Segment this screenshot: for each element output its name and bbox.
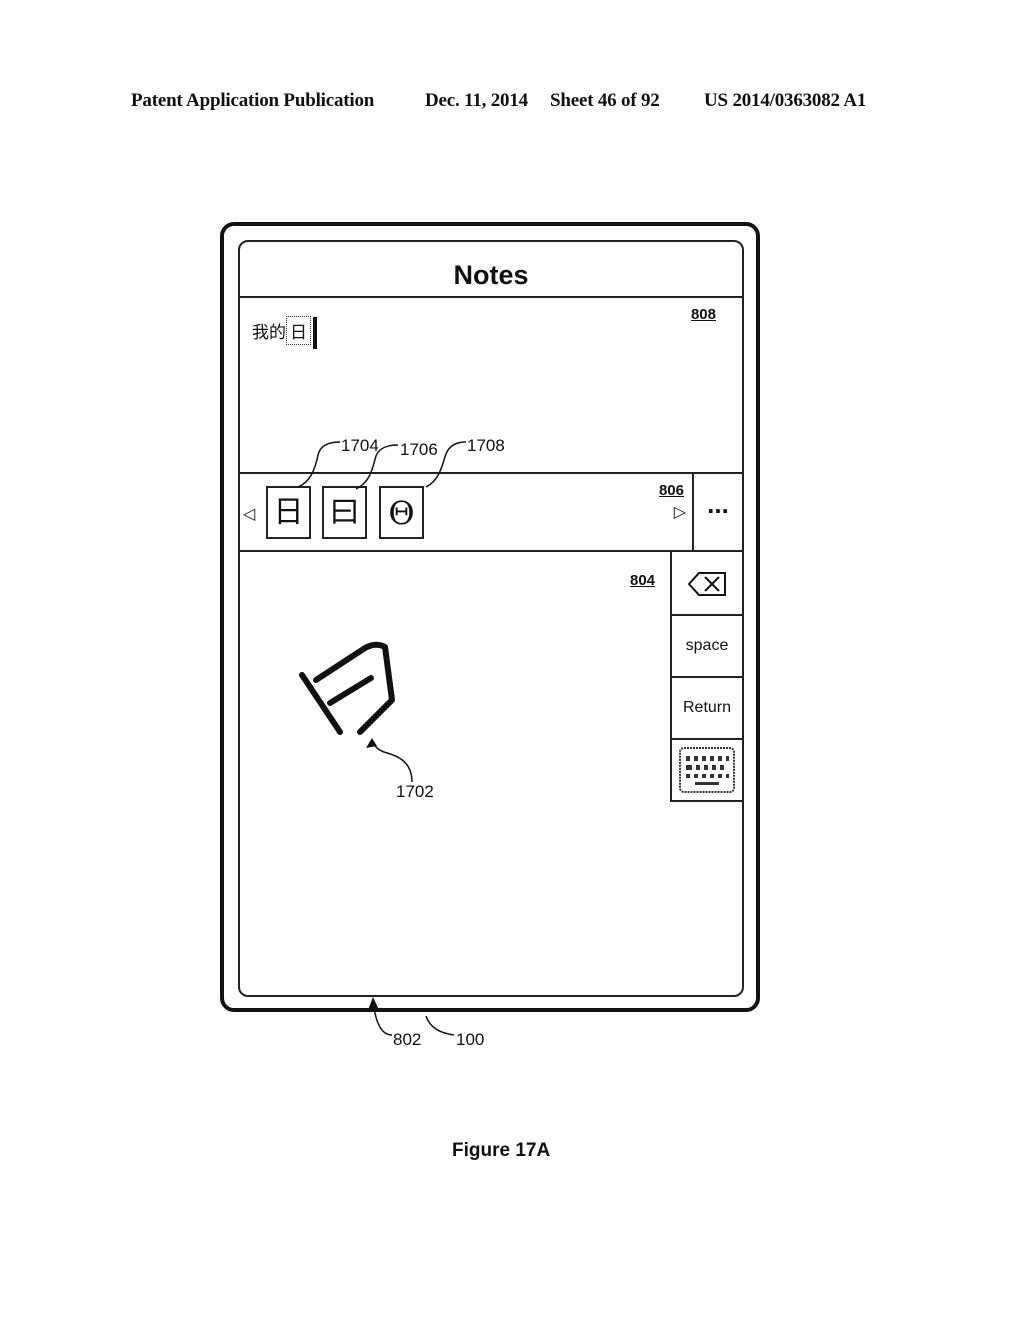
callout-1704: 1704: [341, 436, 379, 455]
keyboard-button[interactable]: [670, 740, 742, 802]
text-area-ref: 808: [690, 306, 716, 323]
backspace-icon: [687, 572, 726, 597]
space-button[interactable]: space: [670, 616, 742, 678]
app-title: Notes: [453, 260, 529, 290]
publication-date: Dec. 11, 2014: [425, 90, 528, 111]
candidate-bar-ref: 806: [658, 482, 684, 499]
backspace-button[interactable]: [670, 552, 742, 616]
return-button[interactable]: Return: [670, 678, 742, 740]
callout-1702: 1702: [396, 782, 434, 801]
triangle-left-icon[interactable]: ◁: [243, 504, 255, 524]
patent-number: US 2014/0363082 A1: [704, 90, 867, 111]
callout-1706: 1706: [400, 440, 438, 459]
committed-text: 我的: [252, 323, 286, 343]
sheet-number: Sheet 46 of 92: [550, 90, 660, 111]
callout-802: 802: [393, 1030, 422, 1049]
callout-100: 100: [456, 1030, 485, 1049]
candidate-bar: ◁ 日 曰 Θ 806 ▷ ...: [240, 472, 742, 552]
text-content[interactable]: 我的日: [252, 316, 317, 349]
figure-label: Figure 17A: [452, 1140, 551, 1161]
callout-1708: 1708: [467, 436, 505, 455]
handwriting-area-ref: 804: [630, 572, 656, 589]
triangle-right-icon[interactable]: ▷: [674, 502, 686, 522]
text-cursor: [313, 317, 317, 349]
candidate-2[interactable]: 曰: [322, 486, 367, 539]
publication-label: Patent Application Publication: [131, 90, 375, 111]
candidate-1[interactable]: 日: [266, 486, 311, 539]
candidate-3[interactable]: Θ: [379, 486, 424, 539]
device-screen: Notes 我的日 808 ◁ 日 曰 Θ 806 ▷ ... 804 spac…: [238, 240, 744, 997]
preedit-text: 日: [286, 316, 311, 345]
more-candidates-button[interactable]: ...: [692, 474, 742, 550]
keyboard-icon: [679, 747, 735, 793]
app-title-bar: Notes: [240, 242, 742, 298]
